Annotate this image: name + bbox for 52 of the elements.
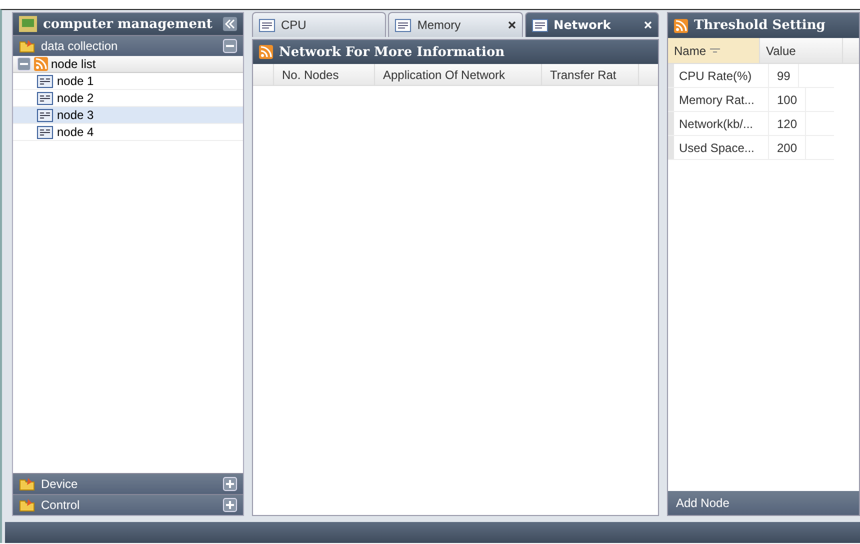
accordion-header[interactable]: Control [13, 494, 243, 515]
column-header[interactable]: Value [760, 38, 843, 63]
feed-icon [259, 45, 273, 59]
tab[interactable]: CPU [252, 12, 386, 37]
column-header[interactable]: Name [668, 38, 760, 63]
accordion-header[interactable]: Device [13, 473, 243, 494]
folder-icon [19, 498, 35, 512]
panel-title: Threshold Setting [694, 18, 826, 33]
node-icon [37, 126, 53, 138]
feed-icon [674, 18, 688, 32]
node-icon [37, 74, 53, 88]
tab[interactable]: Memory [388, 12, 523, 37]
folder-icon [19, 39, 35, 53]
computer-icon [19, 16, 37, 32]
column-header[interactable]: Application Of Network [375, 64, 542, 85]
table-cell: 99 [769, 64, 800, 87]
section-label: Control [41, 498, 81, 512]
tree-item[interactable]: node 3 [13, 107, 243, 124]
table-cell: CPU Rate(%) [668, 64, 769, 87]
feed-icon [34, 57, 48, 71]
table-cell: Network(kb/... [668, 112, 769, 135]
expand-icon[interactable] [223, 498, 237, 512]
tree-root[interactable]: node list [13, 56, 243, 73]
document-icon [259, 18, 275, 32]
document-icon [532, 18, 548, 32]
column-header[interactable]: No. Nodes [274, 64, 375, 85]
tree-item[interactable]: node 4 [13, 124, 243, 141]
collapse-panel-icon[interactable] [223, 17, 237, 31]
table-cell: 200 [769, 136, 806, 159]
table-cell: 100 [769, 88, 806, 111]
collapse-icon[interactable] [223, 39, 237, 53]
section-label: Device [41, 477, 79, 491]
table-cell: Memory Rat... [668, 88, 769, 111]
folder-icon [19, 477, 35, 491]
sort-icon [710, 48, 720, 53]
accordion-header[interactable]: data collection [13, 35, 243, 56]
close-icon[interactable] [508, 21, 516, 29]
table-cell: 120 [769, 112, 806, 135]
section-label: data collection [41, 39, 119, 53]
panel-title: Network For More Information [279, 44, 506, 60]
collapse-icon[interactable] [17, 57, 31, 71]
expand-icon[interactable] [223, 477, 237, 491]
node-icon [37, 108, 53, 122]
add-node-button[interactable]: Add Node [668, 491, 859, 515]
tab[interactable]: Network [524, 12, 659, 37]
document-icon [395, 18, 412, 32]
panel-title: computer management [43, 16, 214, 32]
node-icon [37, 92, 53, 104]
tree-label: node list [51, 57, 96, 71]
column-header[interactable]: Transfer Rat [542, 64, 639, 85]
tree-item[interactable]: node 1 [13, 73, 243, 90]
table-cell: Used Space... [668, 136, 769, 159]
